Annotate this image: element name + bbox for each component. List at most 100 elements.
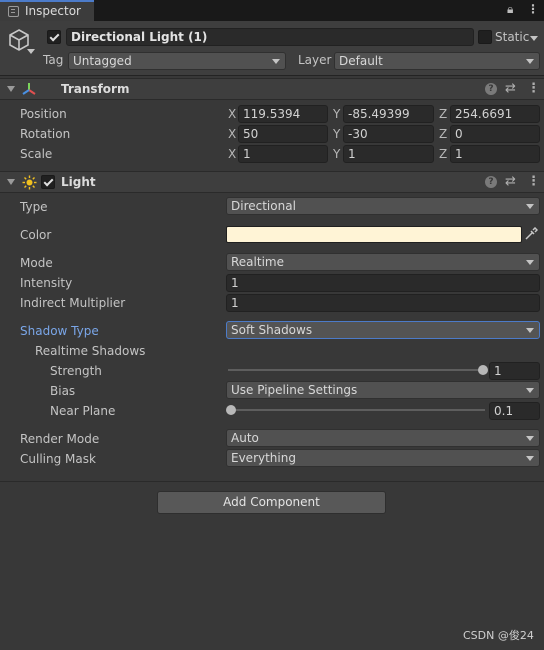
position-z-field[interactable]: 254.6691 bbox=[450, 105, 540, 123]
render-mode-label: Render Mode bbox=[20, 432, 100, 446]
watermark: CSDN @俊24 bbox=[463, 629, 534, 642]
shadow-type-value: Soft Shadows bbox=[231, 323, 313, 337]
chevron-down-icon bbox=[526, 204, 534, 209]
culling-mask-label: Culling Mask bbox=[20, 452, 96, 466]
tag-label: Tag bbox=[43, 53, 64, 67]
chevron-down-icon bbox=[272, 59, 280, 64]
intensity-label: Intensity bbox=[20, 276, 73, 290]
lock-icon[interactable]: 🔒︎ bbox=[507, 2, 513, 17]
type-value: Directional bbox=[231, 199, 296, 213]
icon-dropdown-arrow-icon[interactable] bbox=[27, 49, 35, 54]
scale-y-field[interactable]: 1 bbox=[343, 145, 434, 163]
scale-x-label[interactable]: X bbox=[228, 147, 236, 161]
layer-label: Layer bbox=[298, 53, 332, 67]
light-enabled-checkbox[interactable] bbox=[41, 175, 55, 189]
active-checkbox[interactable] bbox=[47, 30, 61, 44]
static-checkbox[interactable] bbox=[478, 30, 492, 44]
rotation-x-field[interactable]: 50 bbox=[238, 125, 328, 143]
more-menu-icon[interactable]: ⋮ bbox=[527, 2, 539, 16]
chevron-down-icon bbox=[526, 436, 534, 441]
transform-header[interactable]: Transform ? ⇄ ⋮ bbox=[0, 78, 544, 100]
help-icon[interactable]: ? bbox=[485, 176, 497, 188]
near-plane-slider-knob[interactable] bbox=[226, 405, 236, 415]
shadow-type-dropdown[interactable]: Soft Shadows bbox=[226, 321, 540, 339]
eyedropper-icon[interactable] bbox=[524, 227, 538, 241]
layer-value: Default bbox=[339, 54, 383, 68]
add-component-button[interactable]: Add Component bbox=[157, 491, 386, 514]
tab-inspector[interactable]: Inspector bbox=[0, 0, 94, 21]
rotation-y-label[interactable]: Y bbox=[333, 127, 340, 141]
tag-dropdown[interactable]: Untagged bbox=[68, 52, 286, 70]
position-x-field[interactable]: 119.5394 bbox=[238, 105, 328, 123]
chevron-down-icon bbox=[526, 59, 534, 64]
mode-dropdown[interactable]: Realtime bbox=[226, 253, 540, 271]
strength-label: Strength bbox=[50, 364, 102, 378]
section-divider bbox=[0, 481, 544, 482]
shadow-type-label: Shadow Type bbox=[20, 324, 99, 338]
rotation-z-label[interactable]: Z bbox=[439, 127, 447, 141]
type-label: Type bbox=[20, 200, 48, 214]
object-name-field[interactable]: Directional Light (1) bbox=[66, 28, 474, 46]
strength-slider-track[interactable] bbox=[228, 369, 483, 371]
tag-value: Untagged bbox=[73, 54, 132, 68]
realtime-shadows-label: Realtime Shadows bbox=[35, 344, 146, 358]
bias-dropdown[interactable]: Use Pipeline Settings bbox=[226, 381, 540, 399]
light-header[interactable]: Light ? ⇄ ⋮ bbox=[0, 171, 544, 193]
render-mode-value: Auto bbox=[231, 431, 259, 445]
static-label: Static bbox=[495, 30, 530, 44]
bias-label: Bias bbox=[50, 384, 76, 398]
scale-label: Scale bbox=[20, 147, 53, 161]
scale-y-label[interactable]: Y bbox=[333, 147, 340, 161]
transform-axes-icon bbox=[22, 83, 36, 95]
strength-field[interactable]: 1 bbox=[489, 362, 540, 380]
color-swatch[interactable] bbox=[226, 226, 522, 243]
light-title: Light bbox=[61, 175, 96, 189]
strength-slider-knob[interactable] bbox=[478, 365, 488, 375]
presets-icon[interactable]: ⇄ bbox=[505, 174, 516, 189]
foldout-arrow-icon[interactable] bbox=[7, 179, 15, 185]
type-dropdown[interactable]: Directional bbox=[226, 197, 540, 215]
indirect-multiplier-label: Indirect Multiplier bbox=[20, 296, 126, 310]
rotation-label: Rotation bbox=[20, 127, 71, 141]
transform-title: Transform bbox=[61, 82, 130, 96]
tab-bar: Inspector 🔒︎ ⋮ bbox=[0, 0, 544, 21]
intensity-field[interactable]: 1 bbox=[226, 274, 540, 292]
position-label: Position bbox=[20, 107, 67, 121]
chevron-down-icon bbox=[526, 328, 534, 333]
chevron-down-icon bbox=[526, 388, 534, 393]
inspector-icon bbox=[8, 6, 19, 17]
scale-z-label[interactable]: Z bbox=[439, 147, 447, 161]
presets-icon[interactable]: ⇄ bbox=[505, 81, 516, 96]
component-menu-icon[interactable]: ⋮ bbox=[527, 81, 540, 96]
indirect-multiplier-field[interactable]: 1 bbox=[226, 294, 540, 312]
color-label: Color bbox=[20, 228, 52, 242]
near-plane-slider-track[interactable] bbox=[228, 409, 485, 411]
chevron-down-icon bbox=[526, 260, 534, 265]
culling-mask-value: Everything bbox=[231, 451, 296, 465]
mode-value: Realtime bbox=[231, 255, 284, 269]
layer-dropdown[interactable]: Default bbox=[334, 52, 540, 70]
foldout-arrow-icon[interactable] bbox=[7, 86, 15, 92]
component-menu-icon[interactable]: ⋮ bbox=[527, 174, 540, 189]
position-x-label[interactable]: X bbox=[228, 107, 236, 121]
near-plane-label: Near Plane bbox=[50, 404, 116, 418]
object-header: Directional Light (1) Static Tag Untagge… bbox=[0, 21, 544, 76]
rotation-z-field[interactable]: 0 bbox=[450, 125, 540, 143]
tab-inspector-label: Inspector bbox=[25, 4, 81, 18]
directional-light-icon bbox=[22, 175, 37, 190]
rotation-y-field[interactable]: -30 bbox=[343, 125, 434, 143]
scale-z-field[interactable]: 1 bbox=[450, 145, 540, 163]
mode-label: Mode bbox=[20, 256, 53, 270]
bias-value: Use Pipeline Settings bbox=[231, 383, 358, 397]
scale-x-field[interactable]: 1 bbox=[238, 145, 328, 163]
culling-mask-dropdown[interactable]: Everything bbox=[226, 449, 540, 467]
position-y-field[interactable]: -85.49399 bbox=[343, 105, 434, 123]
help-icon[interactable]: ? bbox=[485, 83, 497, 95]
rotation-x-label[interactable]: X bbox=[228, 127, 236, 141]
render-mode-dropdown[interactable]: Auto bbox=[226, 429, 540, 447]
near-plane-field[interactable]: 0.1 bbox=[489, 402, 540, 420]
chevron-down-icon bbox=[526, 456, 534, 461]
static-dropdown-arrow-icon[interactable] bbox=[530, 36, 538, 41]
position-z-label[interactable]: Z bbox=[439, 107, 447, 121]
position-y-label[interactable]: Y bbox=[333, 107, 340, 121]
